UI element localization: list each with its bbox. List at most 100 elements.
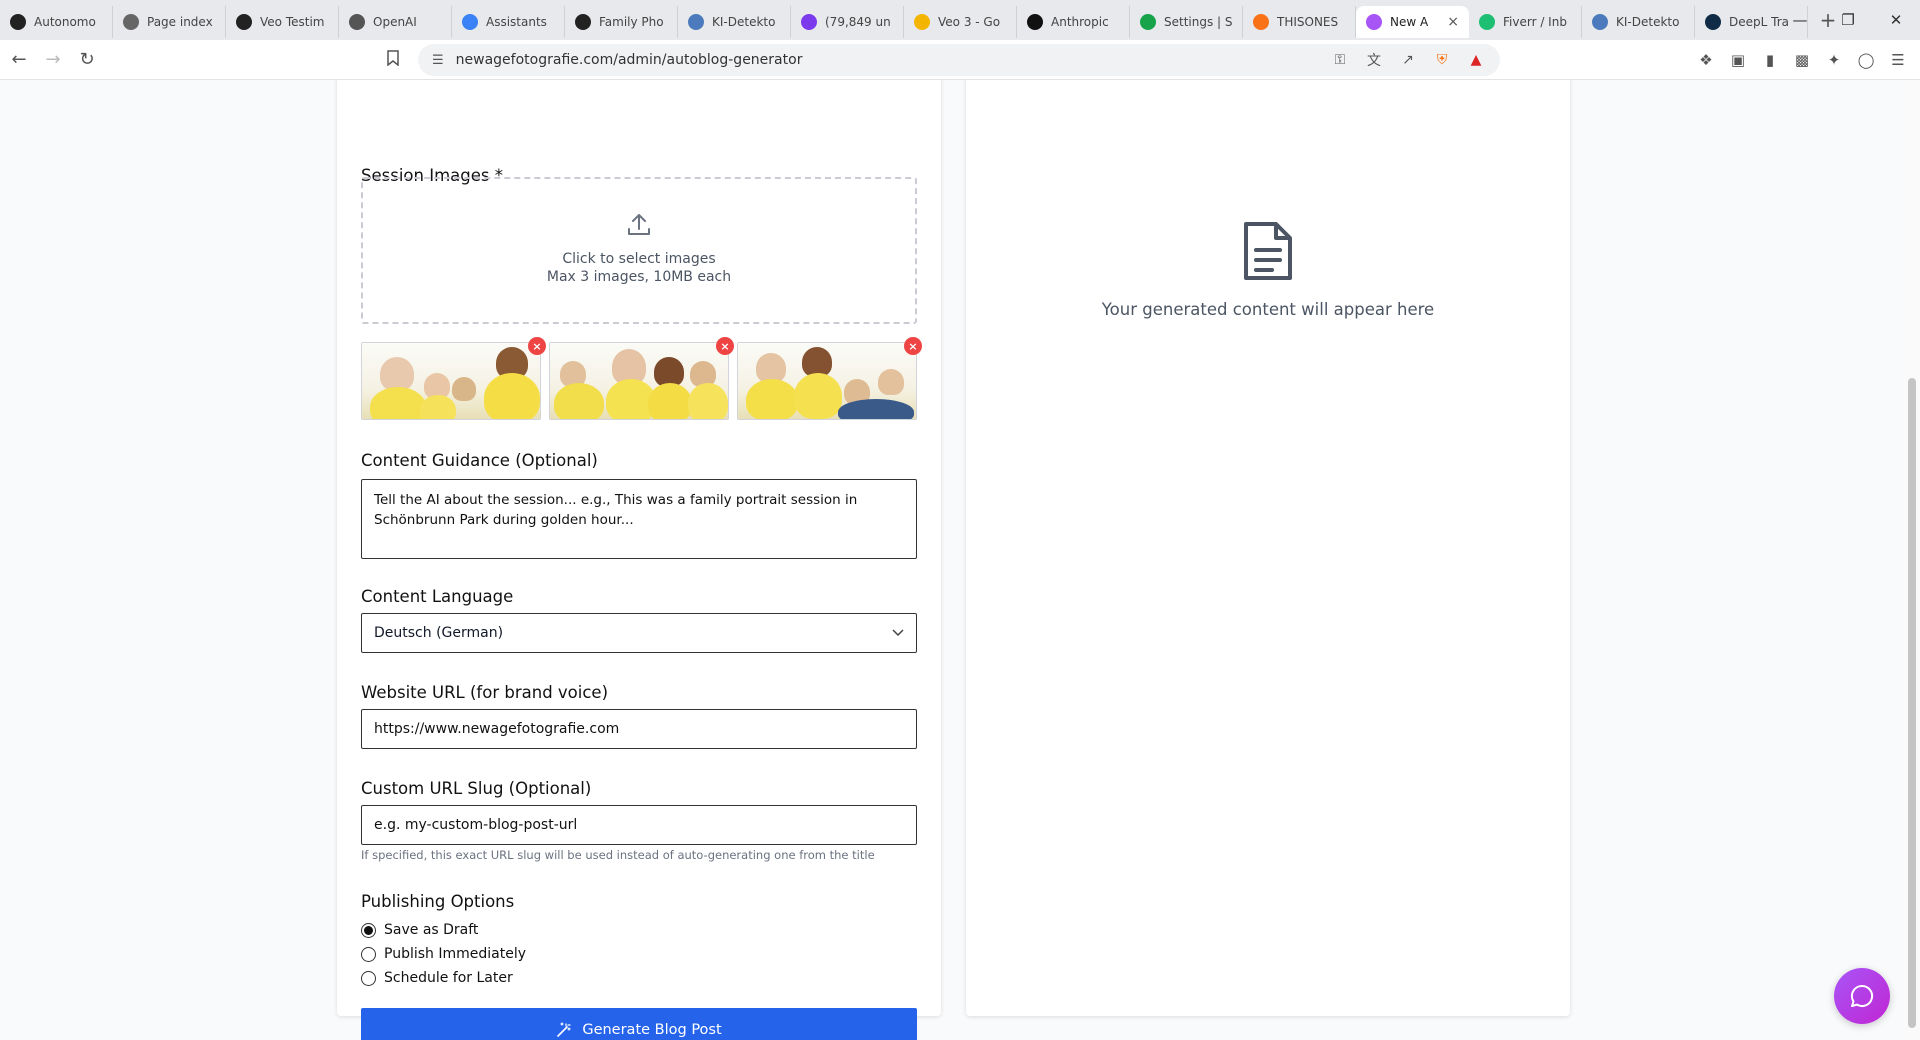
browser-tab-label: Autonomo bbox=[34, 15, 96, 29]
translate-icon[interactable]: 文 bbox=[1364, 50, 1384, 70]
custom-slug-label: Custom URL Slug (Optional) bbox=[361, 779, 592, 798]
generate-blog-post-button[interactable]: Generate Blog Post bbox=[361, 1008, 917, 1040]
new-a-icon bbox=[1366, 14, 1382, 30]
publishing-options-label: Publishing Options bbox=[361, 892, 515, 911]
reload-icon[interactable]: ↻ bbox=[72, 45, 102, 75]
leo-ai-icon[interactable]: ✦ bbox=[1824, 50, 1844, 70]
vpn-icon[interactable]: ◯ bbox=[1856, 50, 1876, 70]
page-viewport: Session Images * Click to select images … bbox=[0, 80, 1920, 1040]
remove-image-button[interactable]: × bbox=[716, 337, 734, 355]
wallet-icon[interactable]: ▩ bbox=[1792, 50, 1812, 70]
brave-rewards-icon[interactable]: ▲ bbox=[1466, 50, 1486, 70]
chat-widget-button[interactable] bbox=[1834, 968, 1890, 1024]
website-url-input[interactable]: https://www.newagefotografie.com bbox=[361, 709, 917, 749]
image-dropzone[interactable]: Click to select images Max 3 images, 10M… bbox=[361, 177, 917, 324]
radio-indicator bbox=[361, 922, 376, 938]
browser-tab-label: Assistants bbox=[486, 15, 547, 29]
window-controls: — ❐ ✕ bbox=[1776, 0, 1920, 40]
extensions-icon[interactable]: ❖ bbox=[1696, 50, 1716, 70]
website-url-value: https://www.newagefotografie.com bbox=[374, 721, 620, 737]
custom-slug-hint: If specified, this exact URL slug will b… bbox=[361, 848, 875, 862]
openai-icon bbox=[236, 14, 252, 30]
browser-tab-label: KI-Detekto bbox=[1616, 15, 1680, 29]
anthropic-icon bbox=[1027, 14, 1043, 30]
website-url-label: Website URL (for brand voice) bbox=[361, 683, 609, 702]
remove-image-button[interactable]: × bbox=[528, 337, 546, 355]
brave-shield-icon[interactable]: ⛨ bbox=[1432, 50, 1452, 70]
radio-indicator bbox=[361, 946, 376, 962]
radio-indicator bbox=[361, 970, 376, 986]
radio-save-as-draft[interactable]: Save as Draft bbox=[361, 918, 526, 942]
drive-icon bbox=[914, 14, 930, 30]
browser-tab-label: Settings | S bbox=[1164, 15, 1232, 29]
browser-tab-label: KI-Detekto bbox=[712, 15, 776, 29]
address-bar[interactable]: ☰ newagefotografie.com/admin/autoblog-ge… bbox=[418, 44, 1500, 76]
fiverr-icon bbox=[1479, 14, 1495, 30]
page-scrollbar[interactable] bbox=[1904, 80, 1920, 1040]
image-thumbnail: × bbox=[361, 337, 546, 420]
browser-tab[interactable]: Veo Testim bbox=[226, 6, 339, 38]
browser-tab[interactable]: KI-Detekto bbox=[1582, 6, 1695, 38]
sidebar-icon[interactable]: ▮ bbox=[1760, 50, 1780, 70]
generate-button-label: Generate Blog Post bbox=[582, 1022, 722, 1038]
openai-icon bbox=[10, 14, 26, 30]
content-language-select[interactable]: Deutsch (German) bbox=[361, 613, 917, 653]
menu-icon[interactable]: ☰ bbox=[1888, 50, 1908, 70]
key-icon[interactable]: ⚿ bbox=[1330, 50, 1350, 70]
content-guidance-textarea[interactable]: Tell the AI about the session... e.g., T… bbox=[361, 479, 917, 559]
back-icon[interactable]: ← bbox=[4, 45, 34, 75]
content-language-value: Deutsch (German) bbox=[374, 625, 504, 641]
browser-tab[interactable]: Anthropic bbox=[1017, 6, 1130, 38]
browser-tab-label: Veo 3 - Go bbox=[938, 15, 1001, 29]
browser-tab[interactable]: KI-Detekto bbox=[678, 6, 791, 38]
custom-slug-input[interactable]: e.g. my-custom-blog-post-url bbox=[361, 805, 917, 845]
chevron-down-icon bbox=[892, 629, 904, 637]
content-guidance-label: Content Guidance (Optional) bbox=[361, 451, 598, 470]
family-photo bbox=[738, 343, 916, 419]
radio-schedule-for-later[interactable]: Schedule for Later bbox=[361, 966, 526, 990]
browser-tab[interactable]: Settings | S bbox=[1130, 6, 1243, 38]
chat-bubble-icon bbox=[1850, 984, 1874, 1007]
dropzone-limits: Max 3 images, 10MB each bbox=[546, 269, 732, 285]
browser-tab[interactable]: Family Pho bbox=[565, 6, 678, 38]
close-window-icon[interactable]: ✕ bbox=[1872, 0, 1920, 40]
document-icon bbox=[1244, 222, 1292, 280]
remove-image-button[interactable]: × bbox=[904, 337, 922, 355]
radio-label: Save as Draft bbox=[384, 922, 479, 938]
browser-tab[interactable]: Veo 3 - Go bbox=[904, 6, 1017, 38]
magic-wand-icon bbox=[557, 1022, 571, 1037]
minimize-icon[interactable]: — bbox=[1776, 0, 1824, 40]
family-photo bbox=[550, 343, 728, 419]
browser-tab[interactable]: New A × bbox=[1356, 6, 1469, 38]
browser-tab[interactable]: Assistants bbox=[452, 6, 565, 38]
radio-publish-immediately[interactable]: Publish Immediately bbox=[361, 942, 526, 966]
browser-tab[interactable]: OpenAI bbox=[339, 6, 452, 38]
browser-tab[interactable]: Page index bbox=[113, 6, 226, 38]
bookmark-icon[interactable] bbox=[386, 50, 400, 70]
browser-tab-label: OpenAI bbox=[373, 15, 417, 29]
deepl-icon bbox=[1705, 14, 1721, 30]
upload-icon bbox=[628, 214, 650, 235]
restore-icon[interactable]: ❐ bbox=[1824, 0, 1872, 40]
browser-tab[interactable]: Fiverr / Inb bbox=[1469, 6, 1582, 38]
site-info-icon[interactable]: ☰ bbox=[432, 53, 444, 68]
browser-tab-label: Family Pho bbox=[599, 15, 664, 29]
content-language-label: Content Language bbox=[361, 587, 514, 606]
browser-tab[interactable]: (79,849 un bbox=[791, 6, 904, 38]
openai-icon bbox=[575, 14, 591, 30]
share-icon[interactable]: ↗ bbox=[1398, 50, 1418, 70]
browser-tab-label: Fiverr / Inb bbox=[1503, 15, 1567, 29]
family-photo bbox=[362, 343, 540, 419]
ki-detektor-icon bbox=[688, 14, 704, 30]
ki-detektor-icon bbox=[1592, 14, 1608, 30]
dropzone-instruction: Click to select images bbox=[562, 251, 716, 267]
forward-icon[interactable]: → bbox=[38, 45, 68, 75]
browser-tab[interactable]: Autonomo bbox=[0, 6, 113, 38]
custom-slug-placeholder: e.g. my-custom-blog-post-url bbox=[374, 817, 578, 833]
screenshot-icon[interactable]: ▣ bbox=[1728, 50, 1748, 70]
scrollbar-thumb[interactable] bbox=[1908, 378, 1916, 1028]
close-tab-icon[interactable]: × bbox=[1447, 14, 1459, 30]
browser-tab[interactable]: THISONES bbox=[1243, 6, 1356, 38]
browser-tab-label: Veo Testim bbox=[260, 15, 325, 29]
mail-icon bbox=[801, 14, 817, 30]
